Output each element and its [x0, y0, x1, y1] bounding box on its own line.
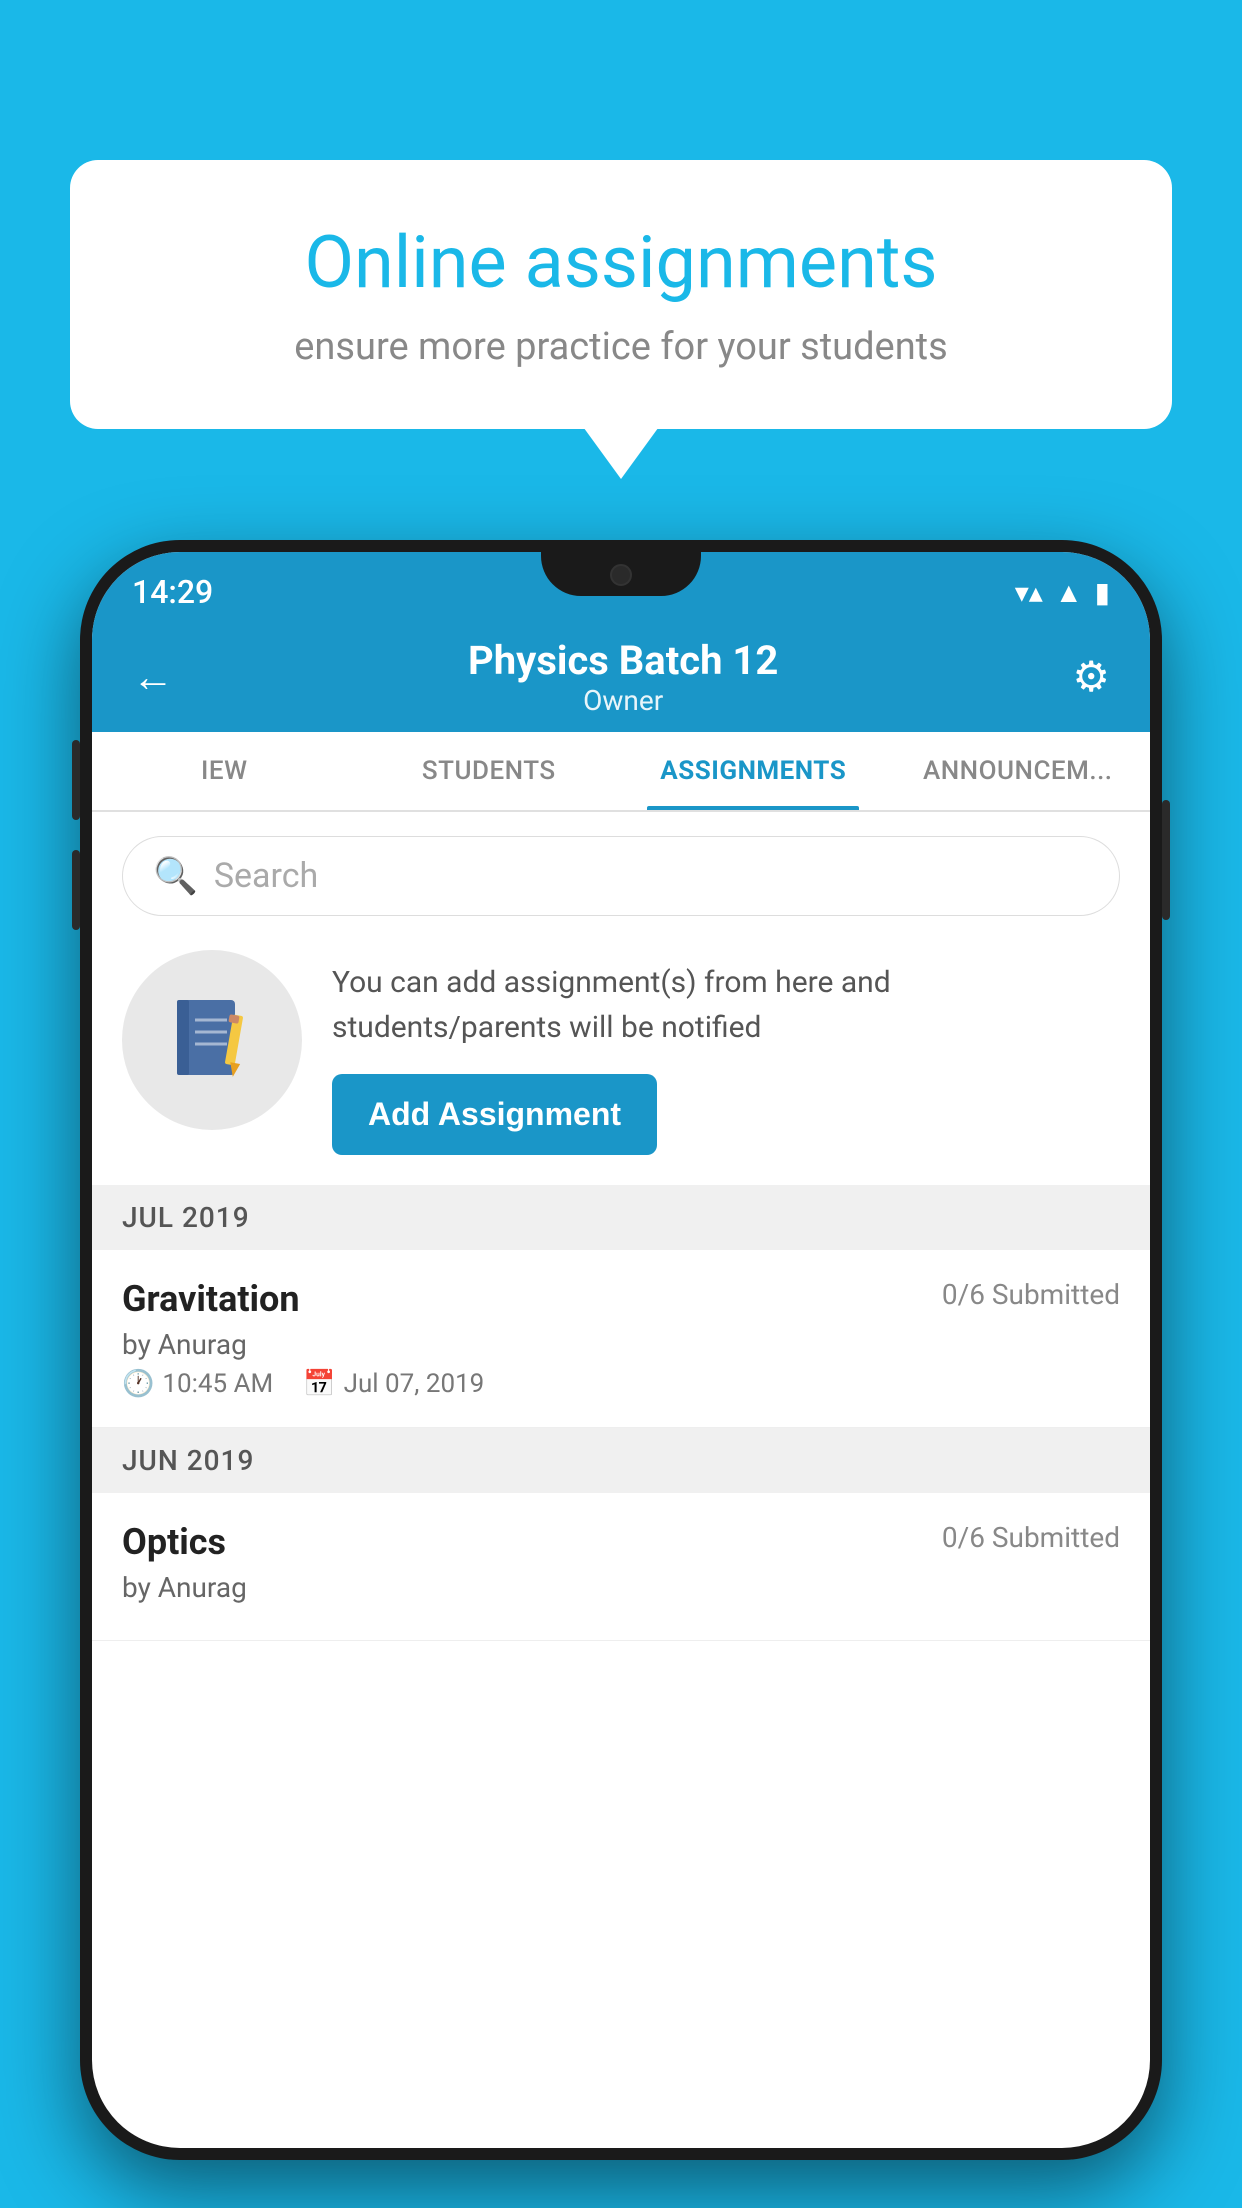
header-subtitle: Owner	[468, 684, 778, 717]
assignment-author-optics: by Anurag	[122, 1571, 1120, 1604]
wifi-icon: ▾▴	[1015, 576, 1043, 609]
tab-bar: IEW STUDENTS ASSIGNMENTS ANNOUNCEM...	[92, 732, 1150, 812]
assignment-meta: 🕐 10:45 AM 📅 Jul 07, 2019	[122, 1369, 1120, 1399]
tab-assignments[interactable]: ASSIGNMENTS	[621, 732, 886, 810]
section-header-jul: JUL 2019	[92, 1185, 1150, 1250]
phone-frame: 14:29 ▾▴ ▲ ▮ ← Physics Batch 12 Owner ⚙	[80, 540, 1162, 2208]
info-card: You can add assignment(s) from here and …	[122, 940, 1120, 1165]
notebook-icon	[167, 995, 257, 1085]
assignment-name: Gravitation	[122, 1278, 300, 1320]
assignment-submitted: 0/6 Submitted	[942, 1278, 1120, 1311]
info-card-right: You can add assignment(s) from here and …	[332, 950, 1120, 1155]
header-center: Physics Batch 12 Owner	[468, 637, 778, 717]
speech-bubble-title: Online assignments	[140, 220, 1102, 305]
search-input[interactable]: Search	[214, 856, 318, 896]
power-button	[1162, 800, 1170, 920]
assignment-item-gravitation[interactable]: Gravitation 0/6 Submitted by Anurag 🕐 10…	[92, 1250, 1150, 1428]
battery-icon: ▮	[1095, 576, 1110, 609]
assignment-item-optics[interactable]: Optics 0/6 Submitted by Anurag	[92, 1493, 1150, 1641]
assignment-date: 📅 Jul 07, 2019	[303, 1369, 484, 1399]
search-bar[interactable]: 🔍 Search	[122, 836, 1120, 916]
phone-notch	[541, 552, 701, 596]
content-area: 🔍 Search	[92, 812, 1150, 1641]
assignment-top-optics: Optics 0/6 Submitted	[122, 1521, 1120, 1563]
assignment-time: 🕐 10:45 AM	[122, 1369, 273, 1399]
section-header-jun: JUN 2019	[92, 1428, 1150, 1493]
camera	[610, 564, 632, 586]
assignment-top: Gravitation 0/6 Submitted	[122, 1278, 1120, 1320]
add-assignment-button[interactable]: Add Assignment	[332, 1074, 657, 1155]
assignment-name-optics: Optics	[122, 1521, 226, 1563]
app-header: ← Physics Batch 12 Owner ⚙	[92, 622, 1150, 732]
signal-icon: ▲	[1055, 576, 1083, 609]
speech-bubble-subtitle: ensure more practice for your students	[140, 325, 1102, 369]
info-card-text: You can add assignment(s) from here and …	[332, 960, 1120, 1050]
assignment-submitted-optics: 0/6 Submitted	[942, 1521, 1120, 1554]
assignment-author: by Anurag	[122, 1328, 1120, 1361]
volume-up-button	[72, 740, 80, 820]
tab-students[interactable]: STUDENTS	[357, 732, 622, 810]
status-time: 14:29	[132, 573, 213, 611]
speech-bubble-container: Online assignments ensure more practice …	[70, 160, 1172, 429]
phone-screen: 14:29 ▾▴ ▲ ▮ ← Physics Batch 12 Owner ⚙	[92, 552, 1150, 2148]
back-button[interactable]: ←	[132, 653, 174, 702]
header-title: Physics Batch 12	[468, 637, 778, 684]
speech-bubble: Online assignments ensure more practice …	[70, 160, 1172, 429]
calendar-icon: 📅	[303, 1369, 335, 1399]
clock-icon: 🕐	[122, 1369, 154, 1399]
phone-outer: 14:29 ▾▴ ▲ ▮ ← Physics Batch 12 Owner ⚙	[80, 540, 1162, 2160]
settings-button[interactable]: ⚙	[1072, 652, 1110, 702]
tab-announcements[interactable]: ANNOUNCEM...	[886, 732, 1151, 810]
status-icons: ▾▴ ▲ ▮	[1015, 576, 1110, 609]
volume-down-button	[72, 850, 80, 930]
notebook-icon-circle	[122, 950, 302, 1130]
tab-iew[interactable]: IEW	[92, 732, 357, 810]
search-icon: 🔍	[153, 855, 198, 897]
